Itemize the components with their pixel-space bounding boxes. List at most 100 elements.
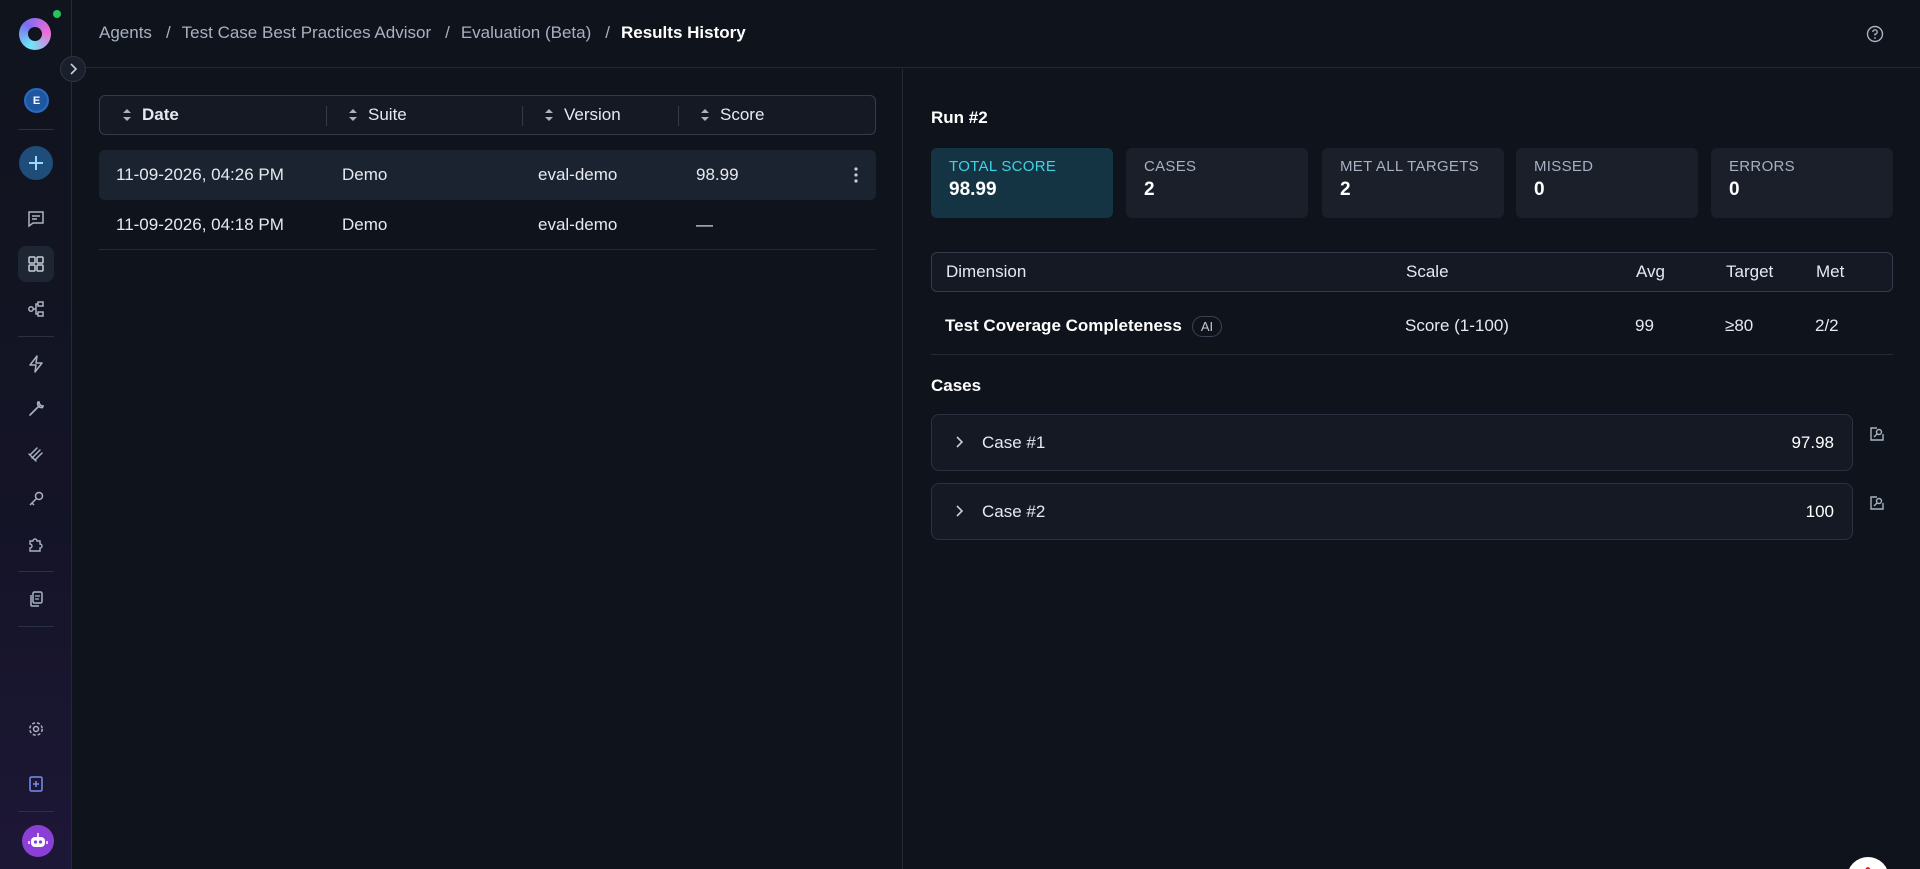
column-suite-label: Suite (368, 105, 407, 124)
bot-icon (28, 833, 48, 847)
column-score[interactable]: Score (700, 96, 764, 134)
nav-chat[interactable] (18, 201, 54, 237)
chevron-right-icon (956, 505, 964, 517)
lightning-icon (29, 355, 43, 373)
breadcrumb: Agents / Test Case Best Practices Adviso… (99, 23, 746, 43)
divider (18, 626, 54, 627)
help-button[interactable] (1866, 25, 1884, 48)
workflow-icon (28, 301, 44, 317)
expand-sidebar-button[interactable] (60, 56, 86, 82)
nav-documents[interactable] (18, 581, 54, 617)
row-menu-button[interactable] (854, 167, 858, 188)
column-dimension: Dimension (946, 262, 1027, 281)
cases-title: Cases (931, 376, 982, 395)
chat-icon (28, 211, 44, 228)
column-date-label: Date (142, 105, 179, 124)
nav-layers[interactable] (18, 436, 54, 472)
case-row[interactable]: Case #2 100 (931, 483, 1853, 540)
stat-label: ERRORS (1729, 158, 1795, 175)
stat-label: MISSED (1534, 158, 1594, 175)
inspect-icon (1870, 427, 1884, 441)
breadcrumb-separator: / (165, 23, 171, 42)
dimension-table-header: Dimension Scale Avg Target Met (931, 252, 1893, 292)
run-title: Run #2 (931, 108, 988, 127)
dimension-avg: 99 (1635, 316, 1654, 335)
nav-plugins[interactable] (18, 526, 54, 562)
divider (18, 336, 54, 337)
puzzle-icon (29, 538, 43, 552)
column-score-label: Score (720, 105, 765, 124)
divider (18, 811, 54, 812)
settings-icon (29, 722, 43, 736)
stat-missed: MISSED 0 (1516, 148, 1698, 218)
row-suite: Demo (342, 215, 388, 234)
row-score: — (696, 215, 713, 234)
stat-errors: ERRORS 0 (1711, 148, 1893, 218)
column-date[interactable]: Date (122, 96, 179, 134)
stat-value: 98.99 (949, 179, 997, 200)
stat-label: MET ALL TARGETS (1340, 158, 1479, 175)
column-version[interactable]: Version (544, 96, 621, 134)
sort-icon (545, 109, 553, 121)
nav-keys[interactable] (18, 481, 54, 517)
stat-label: TOTAL SCORE (949, 158, 1057, 175)
row-score: 98.99 (696, 165, 739, 184)
plus-icon (29, 156, 43, 170)
nav-workflows[interactable] (18, 291, 54, 327)
status-dot (53, 10, 61, 18)
stat-total-score: TOTAL SCORE 98.99 (931, 148, 1113, 218)
new-item-button[interactable] (19, 146, 53, 180)
sort-icon (349, 109, 357, 121)
stat-value: 2 (1144, 179, 1155, 200)
case-name: Case #2 (982, 501, 1046, 521)
notebook-icon (29, 776, 43, 792)
row-date: 11-09-2026, 04:26 PM (116, 165, 284, 184)
nav-dashboard[interactable] (18, 246, 54, 282)
nav-triggers[interactable] (18, 346, 54, 382)
breadcrumb-agent[interactable]: Test Case Best Practices Advisor (182, 23, 431, 43)
dimension-row: Test Coverage Completeness AI Score (1-1… (931, 298, 1893, 355)
dimension-name: Test Coverage Completeness (945, 316, 1182, 335)
row-version: eval-demo (538, 165, 618, 184)
table-row[interactable]: 11-09-2026, 04:26 PM Demo eval-demo 98.9… (99, 150, 876, 200)
dimension-target: ≥80 (1725, 316, 1754, 335)
case-row[interactable]: Case #1 97.98 (931, 414, 1853, 471)
key-icon (29, 491, 44, 506)
top-header: Agents / Test Case Best Practices Adviso… (72, 0, 1920, 68)
stat-label: CASES (1144, 158, 1197, 175)
documents-icon (30, 591, 43, 607)
pdf-icon (1865, 867, 1871, 869)
case-inspect-button[interactable] (1869, 426, 1885, 447)
nav-notebook[interactable] (18, 766, 54, 802)
column-suite[interactable]: Suite (348, 96, 407, 134)
case-inspect-button[interactable] (1869, 495, 1885, 516)
dashboard-icon (28, 256, 44, 272)
breadcrumb-separator: / (445, 23, 450, 42)
results-history-panel: Date Suite Version Score 11-09-2026, 04:… (72, 69, 903, 869)
more-vertical-icon (854, 167, 858, 183)
divider (18, 571, 54, 572)
wrench-icon (29, 401, 45, 416)
export-pdf-button[interactable] (1847, 857, 1889, 869)
breadcrumb-evaluation[interactable]: Evaluation (Beta) (461, 23, 591, 43)
stat-value: 2 (1340, 179, 1351, 200)
sort-icon (701, 109, 709, 121)
nav-tools[interactable] (18, 391, 54, 427)
ai-badge: AI (1191, 315, 1223, 337)
dimension-met: 2/2 (1815, 316, 1839, 335)
column-met: Met (1816, 262, 1845, 281)
assistant-bot-button[interactable] (22, 825, 54, 857)
stat-value: 0 (1534, 179, 1545, 200)
column-divider (522, 106, 523, 126)
row-suite: Demo (342, 165, 388, 184)
stat-met-all-targets: MET ALL TARGETS 2 (1322, 148, 1504, 218)
dimension-name-cell: Test Coverage Completeness AI (945, 298, 1223, 354)
app-logo[interactable] (19, 18, 51, 50)
row-version: eval-demo (538, 215, 618, 234)
help-icon (1866, 25, 1884, 43)
breadcrumb-agents[interactable]: Agents (99, 23, 152, 43)
avatar[interactable]: E (24, 88, 49, 113)
case-score: 100 (1805, 501, 1834, 521)
table-row[interactable]: 11-09-2026, 04:18 PM Demo eval-demo — (99, 200, 876, 250)
nav-settings[interactable] (18, 711, 54, 747)
